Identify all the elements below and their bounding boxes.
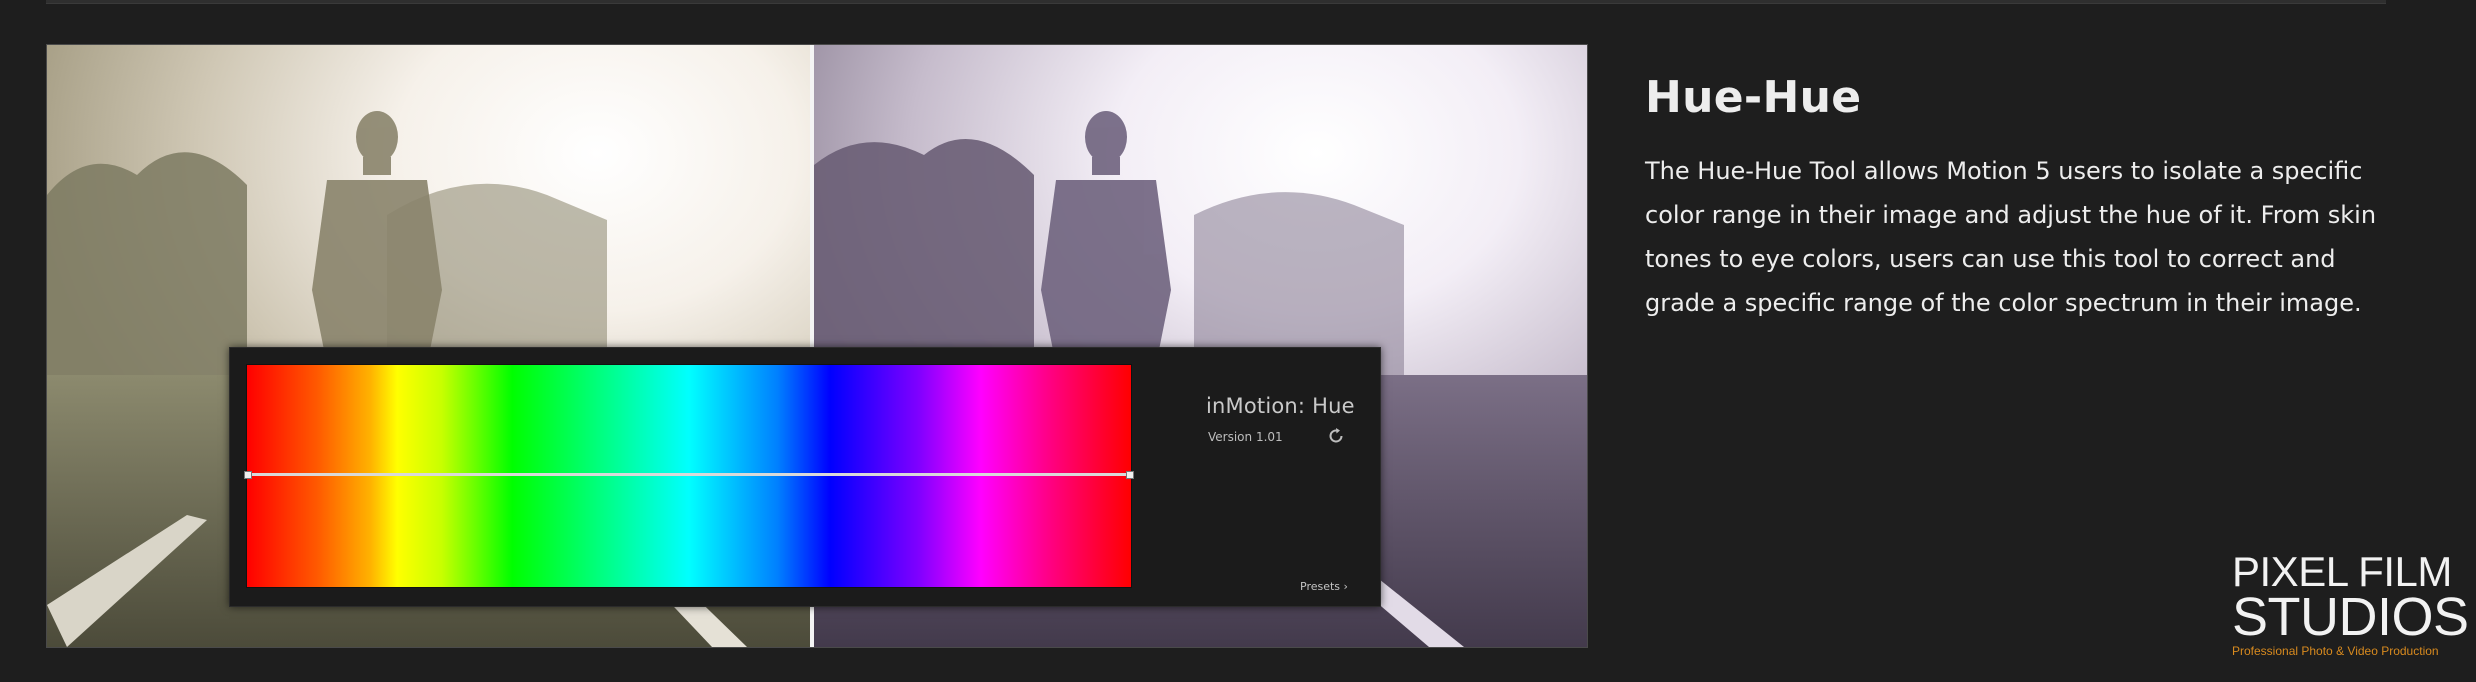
plugin-interface-panel: inMotion: Hue Version 1.01 Presets › — [229, 347, 1381, 607]
before-after-preview-image: inMotion: Hue Version 1.01 Presets › — [46, 44, 1588, 648]
plugin-version: Version 1.01 — [1208, 430, 1283, 444]
reset-icon — [1324, 424, 1348, 448]
curve-handle-right — [1126, 471, 1134, 479]
curve-handle-left — [244, 471, 252, 479]
feature-title: Hue-Hue — [1645, 72, 1862, 123]
brand-line-2: STUDIOS — [2232, 587, 2469, 647]
presets-label: Presets › — [1300, 580, 1348, 593]
top-divider — [46, 0, 2386, 4]
hue-spectrum — [244, 364, 1134, 588]
feature-section: Hue-Hue The Hue-Hue Tool allows Motion 5… — [1645, 72, 2385, 325]
feature-description: The Hue-Hue Tool allows Motion 5 users t… — [1645, 157, 2377, 317]
hue-curve-line — [247, 473, 1131, 476]
pixel-film-studios-logo: PIXEL FILM STUDIOS Professional Photo & … — [2232, 548, 2469, 659]
brand-line-1: PIXEL FILM — [2232, 548, 2452, 595]
plugin-name: inMotion: Hue — [1206, 394, 1355, 418]
brand-tagline: Professional Photo & Video Production — [2232, 644, 2439, 658]
